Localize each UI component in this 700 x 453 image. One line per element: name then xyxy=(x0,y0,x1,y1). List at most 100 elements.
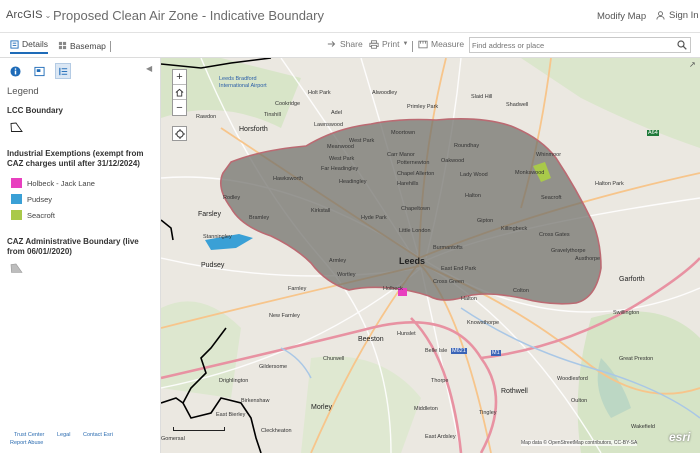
map-view[interactable]: Leeds Bradford International Airport Hol… xyxy=(161,58,700,453)
modify-map-button[interactable]: Modify Map xyxy=(597,11,646,22)
page-title: Proposed Clean Air Zone - Indicative Bou… xyxy=(53,8,324,23)
legend-title: Legend xyxy=(7,86,39,97)
place-label: Far Headingley xyxy=(321,166,359,172)
tab-details-label: Details xyxy=(22,39,48,49)
place-label: Harehills xyxy=(397,181,419,187)
toolbar: Details Basemap Share Print ▼ Measure xyxy=(0,33,700,58)
info-icon[interactable] xyxy=(8,64,22,78)
sign-in-label: Sign In xyxy=(669,10,699,21)
zoom-in-button[interactable]: + xyxy=(173,70,186,85)
place-label: Oakwood xyxy=(441,158,465,164)
place-label: Monkswood xyxy=(515,170,545,176)
place-label: Primley Park xyxy=(407,104,439,110)
place-label: Leeds xyxy=(399,256,426,266)
place-label: Whinmoor xyxy=(536,152,562,158)
caz-boundary-swatch xyxy=(10,263,23,273)
place-label: West Park xyxy=(349,138,375,144)
search-box xyxy=(469,37,691,53)
sign-in-button[interactable]: Sign In xyxy=(656,10,699,21)
place-label: Morley xyxy=(311,404,333,411)
locate-button[interactable] xyxy=(172,126,187,141)
place-label: Horsforth xyxy=(239,126,268,133)
place-label: Farnley xyxy=(288,286,307,292)
legend-item: Holbeck - Jack Lane xyxy=(11,178,95,188)
contact-esri-link[interactable]: Contact Esri xyxy=(83,432,113,438)
place-label: Chapeltown xyxy=(401,206,431,212)
place-label: Rodley xyxy=(223,195,241,201)
place-label: East Bierley xyxy=(216,412,246,418)
place-label: Leeds Bradford xyxy=(219,76,257,82)
place-label: Pudsey xyxy=(201,262,225,269)
place-label: Meanwood xyxy=(327,144,354,150)
print-label: Print xyxy=(382,39,400,49)
place-label: Tingley xyxy=(479,410,497,416)
locate-icon xyxy=(174,128,185,139)
pudsey-swatch xyxy=(11,194,22,204)
toolbar-divider xyxy=(110,41,111,52)
legend-item: Seacroft xyxy=(11,210,55,220)
place-label: Farsley xyxy=(198,211,221,218)
measure-icon xyxy=(418,40,428,48)
place-label: Killingbeck xyxy=(501,226,528,232)
place-label: Cookridge xyxy=(275,101,301,107)
road-label: A64 xyxy=(647,130,659,136)
app-header: ArcGIS ⌄ Proposed Clean Air Zone - Indica… xyxy=(0,0,700,33)
user-icon xyxy=(656,11,665,20)
place-label: Rothwell xyxy=(501,388,528,395)
legal-link[interactable]: Legal xyxy=(57,432,70,438)
place-label: Middleton xyxy=(414,406,438,412)
place-label: Headingley xyxy=(339,179,367,185)
expand-icon[interactable]: ↗ xyxy=(689,60,696,69)
legend-item-label: Pudsey xyxy=(27,194,53,204)
place-label: Halton xyxy=(465,193,481,199)
collapse-panel-icon[interactable]: ◀ xyxy=(146,64,152,73)
place-label: Gipton xyxy=(477,218,494,224)
share-label: Share xyxy=(340,39,363,49)
legend-heading-lcc: LCC Boundary xyxy=(7,106,63,115)
home-button[interactable] xyxy=(173,85,186,100)
scale-bar xyxy=(173,427,225,431)
seacroft-swatch xyxy=(11,210,22,220)
legend-item-label: Seacroft xyxy=(27,210,55,220)
place-label: Cross Gates xyxy=(539,232,570,238)
chevron-down-icon: ⌄ xyxy=(44,11,52,20)
place-label: Oulton xyxy=(571,398,588,404)
legend-item: Pudsey xyxy=(11,194,52,204)
road-label: M621 xyxy=(451,348,467,354)
measure-button[interactable]: Measure xyxy=(418,39,464,49)
place-label: Tinshill xyxy=(264,112,281,118)
toolbar-divider xyxy=(412,41,413,52)
place-label: Austhorpe xyxy=(575,256,601,262)
arcgis-logo[interactable]: ArcGIS ⌄ xyxy=(6,9,52,21)
basemap-icon xyxy=(58,41,67,50)
zoom-out-button[interactable]: − xyxy=(173,100,186,115)
place-label: West Park xyxy=(329,156,355,162)
place-label: Halton Park xyxy=(595,181,624,187)
search-input[interactable] xyxy=(472,39,672,51)
place-label: Adel xyxy=(331,110,343,116)
place-label: Rawdon xyxy=(196,114,217,120)
place-label: Knowsthorpe xyxy=(467,320,500,326)
place-label: Kirkstall xyxy=(311,208,331,214)
report-abuse-link[interactable]: Report Abuse xyxy=(10,440,43,446)
place-label: Beeston xyxy=(358,336,384,343)
trust-center-link[interactable]: Trust Center xyxy=(14,432,44,438)
tab-basemap[interactable]: Basemap xyxy=(58,37,106,54)
measure-label: Measure xyxy=(431,39,465,49)
legend-icon[interactable] xyxy=(55,63,71,79)
search-icon[interactable] xyxy=(677,40,687,50)
place-label: Alwoodley xyxy=(372,90,398,96)
share-icon xyxy=(327,41,336,47)
road-label: M1 xyxy=(491,350,501,356)
print-button[interactable]: Print ▼ xyxy=(369,39,408,49)
content-icon[interactable] xyxy=(32,64,46,78)
legend-item-label: Holbeck - Jack Lane xyxy=(27,178,95,188)
printer-icon xyxy=(369,39,379,49)
place-label: New Farnley xyxy=(269,313,300,319)
place-label: Swillington xyxy=(613,310,640,316)
place-label: Drighlington xyxy=(219,378,249,384)
share-button[interactable]: Share xyxy=(327,39,363,49)
tab-details[interactable]: Details xyxy=(10,37,48,54)
legend-heading-exemptions: Industrial Exemptions (exempt from CAZ c… xyxy=(7,149,144,168)
place-label: Gomersal xyxy=(161,436,185,442)
